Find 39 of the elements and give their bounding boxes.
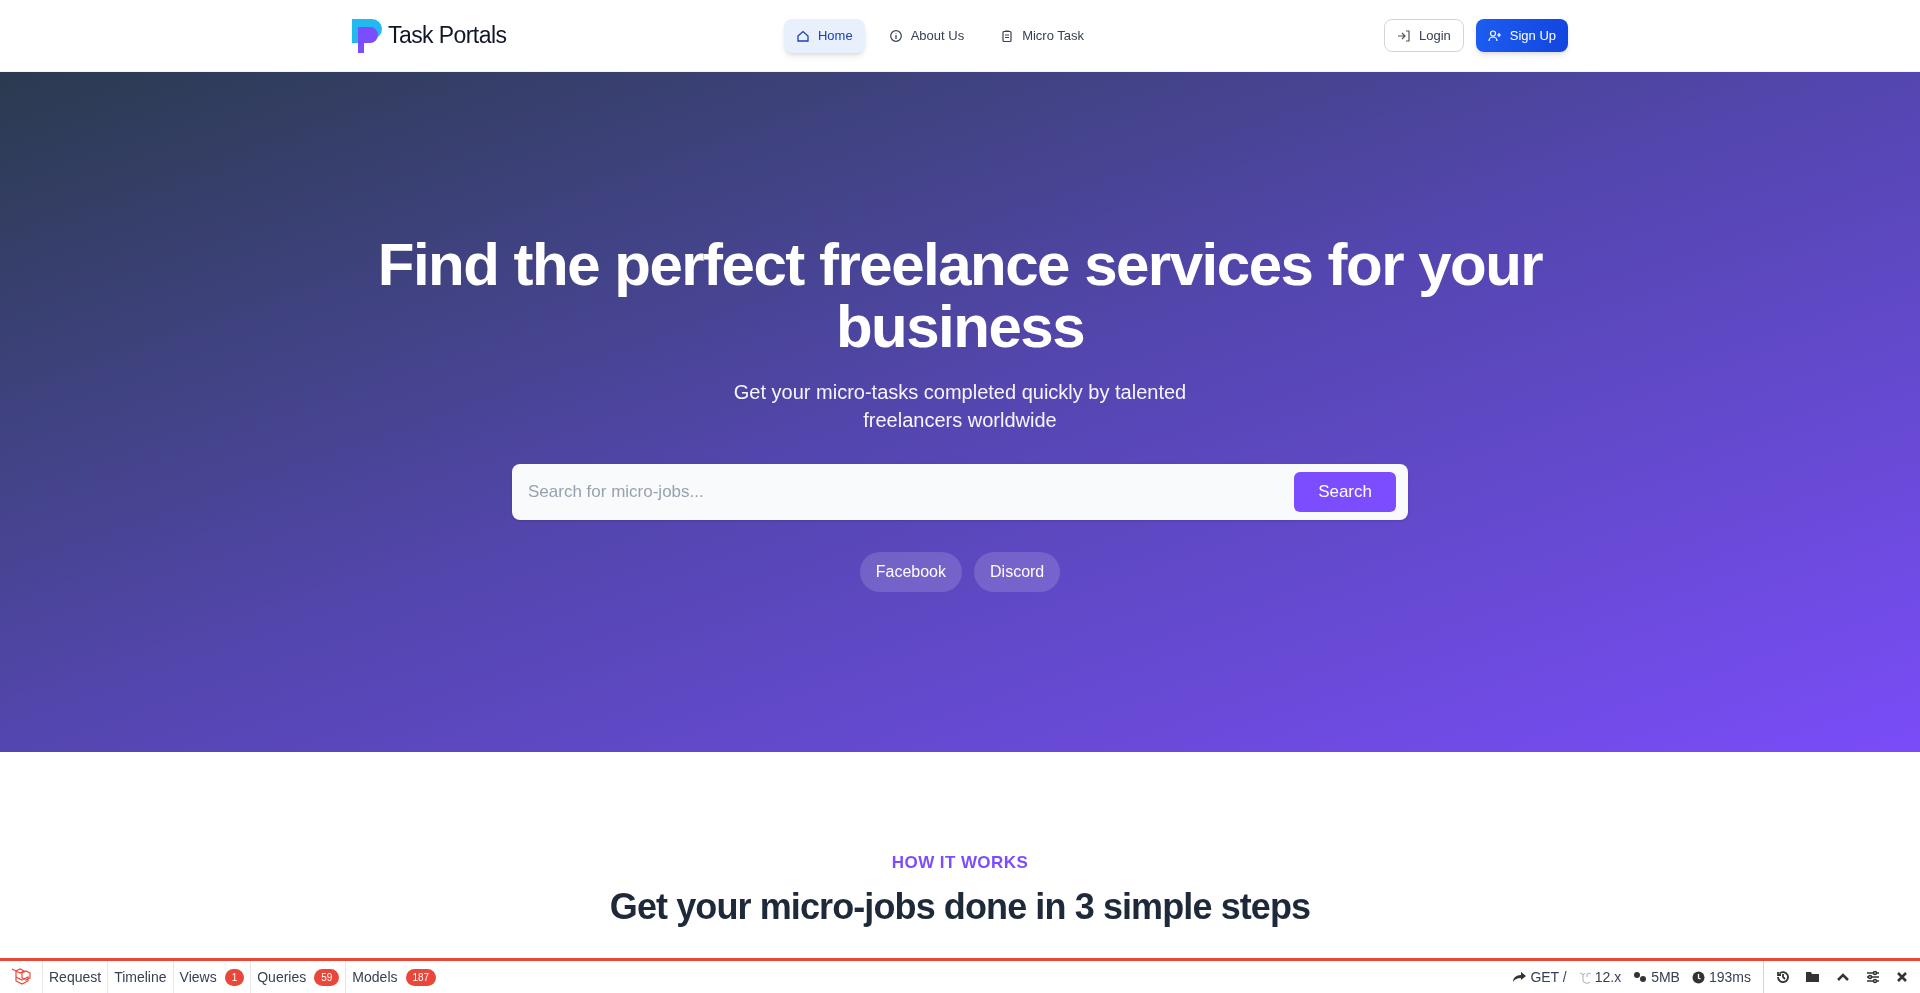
debugbar-tab[interactable]: Request (42, 961, 108, 993)
debugbar-tab[interactable]: Views 1 (172, 961, 251, 993)
search-button[interactable]: Search (1294, 472, 1396, 512)
debugbar-stat: 5MB (1651, 967, 1680, 987)
nav-link[interactable]: About Us (876, 18, 977, 53)
logo-icon (352, 18, 384, 53)
debugbar-stat: 193ms (1708, 967, 1751, 987)
count-badge: 59 (314, 968, 340, 986)
home-icon (795, 28, 810, 43)
login-button[interactable]: Login (1383, 19, 1464, 52)
info-icon (888, 28, 903, 43)
nav-link[interactable]: Home (783, 18, 865, 53)
social-link[interactable]: Facebook (859, 552, 962, 592)
clock-icon (1691, 970, 1705, 984)
hero-title: Find the perfect freelance services for your business (376, 234, 1544, 358)
section-heading: Get your micro-jobs done in 3 simple steps (609, 884, 1311, 929)
count-badge: 187 (405, 968, 437, 986)
section-eyebrow: HOW IT WORKS (891, 852, 1029, 874)
nav-link[interactable]: Micro Task (988, 18, 1097, 53)
debugbar-tab[interactable]: Timeline (107, 961, 173, 993)
hero-subtitle: Get your micro-tasks completed quickly by talented freelancers worldwide (732, 380, 1188, 433)
search-field[interactable]: Search for micro-jobs... Search (512, 464, 1408, 520)
sign-up-button[interactable]: Sign Up (1475, 19, 1568, 52)
settings-icon[interactable] (1866, 970, 1880, 984)
brand-name[interactable]: Task Portals (388, 18, 507, 53)
debugbar-stat: GET / (1530, 967, 1567, 987)
add-user-icon (1487, 28, 1502, 43)
clipboard-icon (1000, 28, 1015, 43)
count-badge: 1 (224, 968, 245, 986)
close-icon[interactable] (1896, 971, 1908, 983)
share-arrow-icon (1513, 971, 1527, 983)
debugbar-tab[interactable]: Models 187 (345, 961, 443, 993)
folder-icon[interactable] (1806, 971, 1820, 983)
debugbar-stat: 12.x (1594, 967, 1622, 987)
sign-in-icon (1396, 28, 1411, 43)
social-link[interactable]: Discord (974, 552, 1061, 592)
debugbar-tab[interactable]: Queries 59 (250, 961, 346, 993)
history-icon[interactable] (1776, 970, 1790, 984)
chevron-up-icon[interactable] (1836, 972, 1850, 982)
